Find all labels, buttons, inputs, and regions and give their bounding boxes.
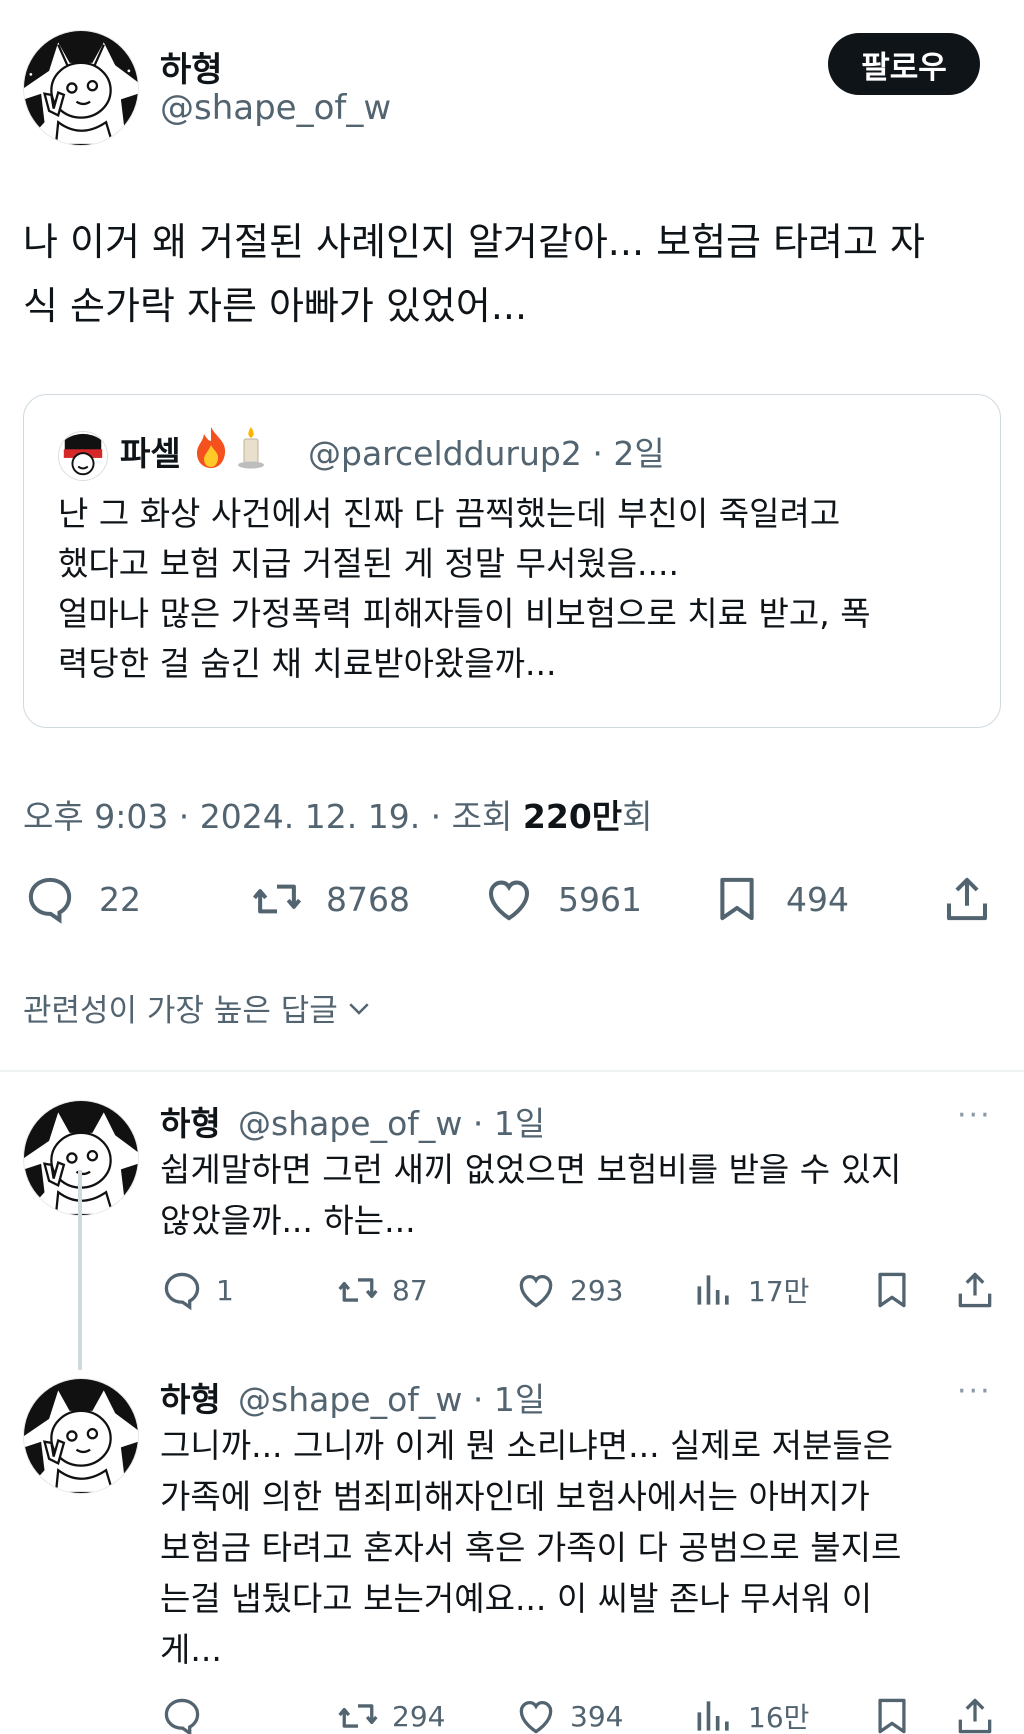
share-icon <box>958 1698 992 1734</box>
retweet-count: 87 <box>392 1273 428 1307</box>
quoted-author-avatar[interactable] <box>58 431 108 481</box>
like-count: 293 <box>570 1273 624 1307</box>
reply-text-line: 쉽게말하면 그런 새끼 없었으면 보험비를 받을 수 있지 <box>160 1150 902 1189</box>
cat-avatar-icon <box>24 31 138 145</box>
bookmark-icon <box>878 1272 906 1308</box>
quoted-text-line: 력당한 걸 숨긴 채 치료받아왔을까... <box>58 644 557 683</box>
quoted-text-line: 난 그 화상 사건에서 진짜 다 끔찍했는데 부친이 죽일려고 <box>58 494 841 533</box>
quoted-tweet-text: 난 그 화상 사건에서 진짜 다 끔찍했는데 부친이 죽일려고 했다고 보험 지… <box>58 489 978 689</box>
tweet-text: 나 이거 왜 거절된 사례인지 알거같아... 보험금 타려고 자 식 손가락 … <box>23 210 1003 338</box>
like-action[interactable]: 5961 <box>482 872 642 926</box>
thread-connector <box>78 1170 82 1370</box>
retweet-icon <box>252 884 302 914</box>
chevron-down-icon <box>349 1002 369 1015</box>
heart-icon <box>519 1274 553 1308</box>
reply-count: 1 <box>216 1273 234 1307</box>
headband-avatar-icon <box>59 432 107 480</box>
author-name[interactable]: 하형 <box>160 42 223 91</box>
retweet-count: 8768 <box>326 879 410 919</box>
quoted-author-emoji <box>192 425 266 469</box>
view-count: 17만 <box>748 1275 810 1308</box>
reply-handle-time[interactable]: @shape_of_w · 1일 <box>238 1097 545 1145</box>
retweet-action[interactable]: 87 <box>336 1268 428 1312</box>
like-action[interactable]: 293 <box>514 1268 623 1312</box>
view-count: 220만 <box>522 797 623 836</box>
heart-icon <box>519 1700 553 1734</box>
reply-icon <box>164 1272 200 1311</box>
reply-author-name[interactable]: 하형 <box>160 1097 221 1145</box>
more-options-icon[interactable]: ··· <box>957 1374 992 1409</box>
retweet-action[interactable]: 8768 <box>250 872 410 926</box>
like-count: 5961 <box>558 879 642 919</box>
reply-text-line: 그니까... 그니까 이게 뭔 소리냐면... 실제로 저분들은 <box>160 1426 894 1465</box>
tweet-text-line: 나 이거 왜 거절된 사례인지 알거같아... 보험금 타려고 자 <box>23 220 925 264</box>
bookmark-icon <box>720 877 754 921</box>
quoted-author-name[interactable]: 파셀 <box>120 427 181 475</box>
quoted-text-line: 했다고 보험 지급 거절된 게 정말 무서웠음.... <box>58 544 680 583</box>
reply-icon <box>164 1698 200 1734</box>
tweet-meta: 오후 9:03 · 2024. 12. 19. · 조회 220만회 <box>23 790 653 838</box>
retweet-action[interactable]: 294 <box>336 1694 445 1734</box>
fire-icon <box>197 427 226 468</box>
reply-action[interactable] <box>160 1694 216 1734</box>
reply-text-line: 게... <box>160 1630 222 1669</box>
retweet-icon <box>338 1704 378 1728</box>
tweet-timestamp[interactable]: 오후 9:03 · 2024. 12. 19. · 조회 <box>23 797 523 836</box>
quoted-tweet-card[interactable]: 파셀 @parcelddurup2 · 2일 난 그 화상 사건에서 진짜 다 … <box>23 394 1001 728</box>
share-icon <box>946 877 988 921</box>
replies-sort-dropdown[interactable]: 관련성이 가장 높은 답글 <box>23 985 374 1030</box>
share-icon <box>958 1272 992 1308</box>
quoted-text-line: 얼마나 많은 가정폭력 피해자들이 비보험으로 치료 받고, 폭 <box>58 594 871 633</box>
share-action[interactable] <box>940 872 994 926</box>
like-action[interactable]: 394 <box>514 1694 623 1734</box>
view-count: 16만 <box>748 1701 810 1734</box>
more-options-icon[interactable]: ··· <box>957 1098 992 1133</box>
views-action[interactable]: 16만 <box>692 1694 809 1734</box>
quoted-handle-time[interactable]: @parcelddurup2 · 2일 <box>308 427 665 475</box>
analytics-icon <box>697 1701 729 1731</box>
reply-action[interactable]: 1 <box>160 1268 234 1312</box>
author-handle[interactable]: @shape_of_w <box>160 88 391 128</box>
heart-icon <box>488 880 530 921</box>
share-action[interactable] <box>953 1268 997 1312</box>
views-action[interactable]: 17만 <box>692 1268 809 1312</box>
reply-text-line: 않았을까... 하는... <box>160 1201 416 1240</box>
replies-sort-label: 관련성이 가장 높은 답글 <box>23 993 338 1029</box>
reply-text-line: 는걸 냅뒀다고 보는거예요... 이 씨발 존나 무서워 이 <box>160 1579 873 1618</box>
reply-avatar[interactable] <box>23 1378 139 1494</box>
reply-action[interactable]: 22 <box>23 872 141 926</box>
reply-text: 그니까... 그니까 이게 뭔 소리냐면... 실제로 저분들은 가족에 의한 … <box>160 1420 990 1675</box>
reply-icon <box>28 877 72 924</box>
bookmark-icon <box>878 1698 906 1734</box>
cat-avatar-icon <box>24 1379 138 1493</box>
bookmark-action[interactable] <box>870 1694 914 1734</box>
author-avatar[interactable] <box>23 30 139 146</box>
reply-handle-time[interactable]: @shape_of_w · 1일 <box>238 1373 545 1421</box>
reply-author-name[interactable]: 하형 <box>160 1373 221 1421</box>
divider <box>0 1070 1024 1072</box>
share-action[interactable] <box>953 1694 997 1734</box>
reply-text: 쉽게말하면 그런 새끼 없었으면 보험비를 받을 수 있지 않았을까... 하는… <box>160 1144 990 1246</box>
bookmark-action[interactable]: 494 <box>710 872 849 926</box>
follow-button[interactable]: 팔로우 <box>828 33 980 95</box>
analytics-icon <box>697 1275 729 1305</box>
reply-text-line: 보험금 타려고 혼자서 혹은 가족이 다 공범으로 불지르 <box>160 1528 902 1567</box>
bookmark-action[interactable] <box>870 1268 914 1312</box>
bookmark-count: 494 <box>786 879 849 919</box>
reply-text-line: 가족에 의한 범죄피해자인데 보험사에서는 아버지가 <box>160 1477 870 1516</box>
view-suffix: 회 <box>622 797 653 836</box>
reply-count: 22 <box>99 879 141 919</box>
retweet-count: 294 <box>392 1699 446 1733</box>
retweet-icon <box>338 1278 378 1302</box>
tweet-text-line: 식 손가락 자른 아빠가 있었어... <box>23 284 528 328</box>
like-count: 394 <box>570 1699 624 1733</box>
candle-icon <box>238 427 264 469</box>
